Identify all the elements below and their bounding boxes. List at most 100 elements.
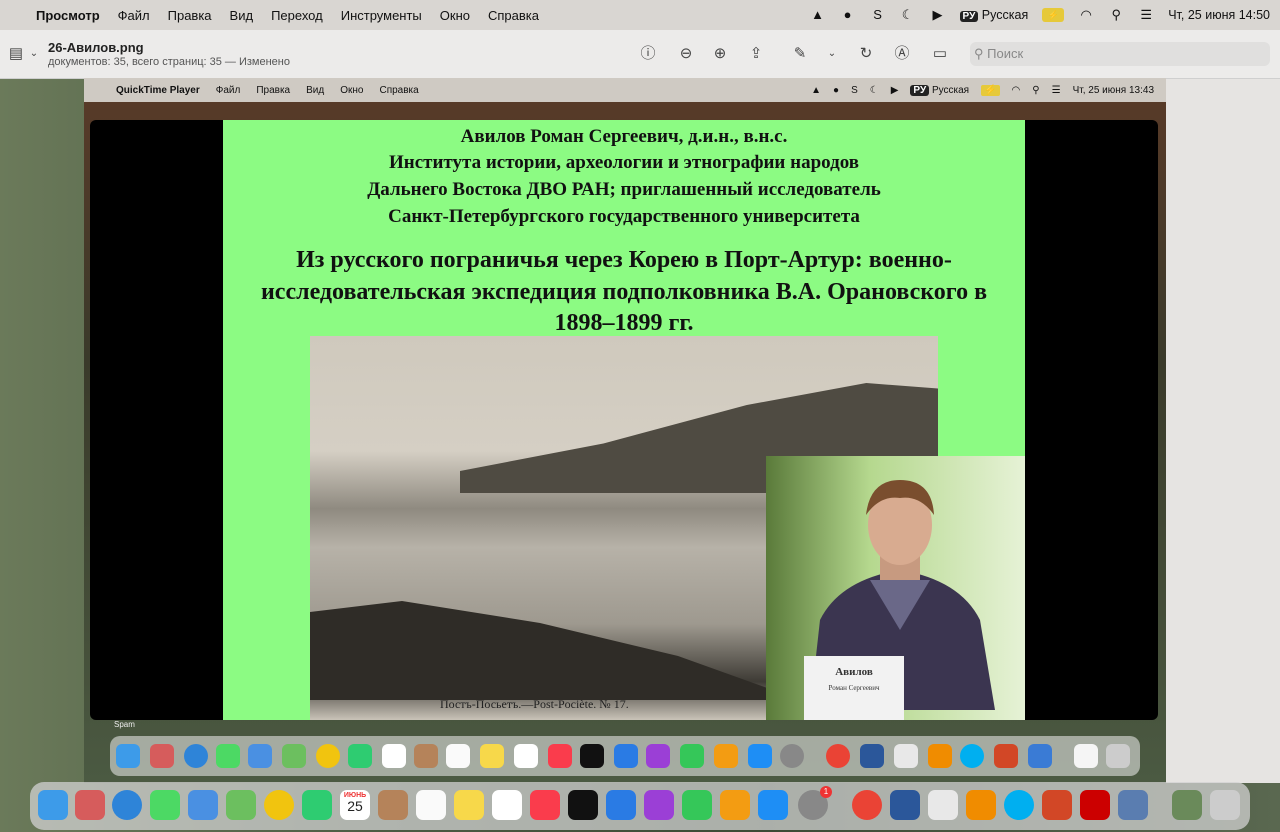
inner-clock: Чт, 25 июня 13:43	[1072, 84, 1154, 96]
control-center-icon[interactable]: ☰	[1138, 8, 1154, 22]
slide-title-line-2: исследовательская экспедиция подполковни…	[260, 279, 988, 305]
inner-facetime-icon	[348, 744, 372, 768]
inner-messages-icon	[216, 744, 240, 768]
music-icon[interactable]	[530, 790, 560, 820]
rotate-icon[interactable]: ↻	[856, 44, 876, 64]
chevron-down-icon[interactable]: ⌄	[24, 44, 44, 64]
acrobat-icon[interactable]	[1080, 790, 1110, 820]
freeform-icon[interactable]	[492, 790, 522, 820]
trash-icon[interactable]	[1210, 790, 1240, 820]
document-title: 26-Авилов.png	[48, 40, 144, 55]
inner-document-icon	[1074, 744, 1098, 768]
author-line-1: Авилов Роман Сергеевич, д.и.н., в.н.с.	[460, 126, 788, 147]
calendar-day: 25	[347, 798, 363, 814]
preview-icon[interactable]	[1118, 790, 1148, 820]
slide-title-line-3: 1898–1899 гг.	[554, 310, 694, 336]
tv-icon[interactable]	[568, 790, 598, 820]
inner-moon-icon: ☾	[869, 84, 879, 96]
numbers-icon[interactable]	[682, 790, 712, 820]
zoom-in-icon[interactable]: ⊕	[710, 44, 730, 64]
menu-go[interactable]: Переход	[271, 8, 323, 23]
inner-dock-label: Spam	[114, 720, 135, 729]
share-icon[interactable]: ⇪	[746, 44, 766, 64]
skype-status-icon[interactable]: S	[870, 8, 886, 22]
finder-icon[interactable]	[38, 790, 68, 820]
menu-bar: Просмотр Файл Правка Вид Переход Инструм…	[0, 0, 1280, 30]
pages-icon[interactable]	[720, 790, 750, 820]
dock: ИЮНЬ 25 1	[30, 782, 1250, 830]
photos-icon[interactable]	[264, 790, 294, 820]
menu-edit[interactable]: Правка	[168, 8, 212, 23]
inner-menu-window: Окно	[340, 84, 364, 96]
contacts-icon[interactable]	[378, 790, 408, 820]
inner-powerpoint-icon	[994, 744, 1018, 768]
powerpoint-icon[interactable]	[1042, 790, 1072, 820]
search-field[interactable]: ⚲ Поиск	[970, 42, 1270, 66]
inner-wifi-icon: ◠	[1011, 84, 1021, 96]
photo-caption: Постъ-Посьетъ.—Post-Pociète. № 17.	[440, 697, 629, 711]
podcasts-icon[interactable]	[644, 790, 674, 820]
annotate-icon[interactable]: Ⓐ	[892, 44, 912, 64]
launchpad-icon[interactable]	[75, 790, 105, 820]
search-icon[interactable]: ⚲	[1108, 8, 1124, 22]
vlc-status-icon[interactable]: ▲	[810, 8, 826, 22]
inner-photos-icon	[316, 744, 340, 768]
menu-file[interactable]: Файл	[118, 8, 150, 23]
inner-dock	[110, 736, 1140, 776]
inner-skype-dock-icon	[960, 744, 984, 768]
markup-menu-chevron-icon[interactable]: ⌄	[822, 44, 842, 64]
menu-window[interactable]: Окно	[440, 8, 470, 23]
reminders-icon[interactable]	[416, 790, 446, 820]
inner-search-icon: ⚲	[1032, 84, 1040, 96]
inner-control-icon: ☰	[1051, 84, 1061, 96]
maps-icon[interactable]	[226, 790, 256, 820]
inner-menu-help: Справка	[379, 84, 419, 96]
moon-icon[interactable]: ☾	[900, 8, 916, 22]
messages-icon[interactable]	[150, 790, 180, 820]
facetime-icon[interactable]	[302, 790, 332, 820]
zoom-out-icon[interactable]: ⊖	[676, 44, 696, 64]
inner-play-icon: ▶	[890, 84, 899, 96]
name-plate: Авилов Роман Сергеевич	[804, 656, 904, 720]
sidebar-toggle-icon[interactable]: ▤	[6, 44, 26, 64]
keyboard-layout-badge[interactable]: РУ	[959, 11, 979, 22]
shield-app-icon[interactable]	[928, 790, 958, 820]
settings-icon[interactable]: 1	[798, 786, 832, 820]
clock[interactable]: Чт, 25 июня 14:50	[1168, 8, 1270, 22]
slide-title-line-1: Из русского пограничья через Корею в Пор…	[296, 247, 952, 273]
menu-view[interactable]: Вид	[230, 8, 254, 23]
inner-tv-icon	[580, 744, 604, 768]
inner-music-icon	[548, 744, 572, 768]
keynote-icon[interactable]	[606, 790, 636, 820]
skype-icon[interactable]	[1004, 790, 1034, 820]
vlc-icon[interactable]	[966, 790, 996, 820]
markup-icon[interactable]: ✎	[790, 44, 810, 64]
inner-pages-icon	[714, 744, 738, 768]
info-icon[interactable]: ⓘ	[638, 44, 658, 64]
form-fill-icon[interactable]: ▭	[930, 44, 950, 64]
app-status-icon[interactable]: ●	[840, 8, 856, 22]
menu-help[interactable]: Справка	[488, 8, 539, 23]
notes-icon[interactable]	[454, 790, 484, 820]
word-icon[interactable]	[890, 790, 920, 820]
calendar-icon[interactable]: ИЮНЬ 25	[340, 790, 370, 820]
document-subtitle: документов: 35, всего страниц: 35 — Изме…	[48, 56, 290, 68]
recent-image-icon[interactable]	[1172, 790, 1202, 820]
appstore-icon[interactable]	[758, 790, 788, 820]
preview-toolbar: ▤ ⌄ 26-Авилов.png документов: 35, всего …	[0, 30, 1280, 79]
inner-keyboard-badge: РУ	[910, 84, 930, 96]
battery-icon[interactable]: ⚡	[1042, 8, 1065, 22]
inner-app-name: QuickTime Player	[116, 84, 200, 96]
inner-menu-file: Файл	[215, 84, 241, 96]
inner-battery-icon: ⚡	[981, 84, 1000, 96]
keyboard-language[interactable]: Русская	[982, 8, 1028, 22]
safari-icon[interactable]	[112, 790, 142, 820]
inner-contacts-icon	[414, 744, 438, 768]
menu-app-name[interactable]: Просмотр	[36, 8, 100, 23]
search-placeholder: Поиск	[987, 46, 1024, 61]
mail-icon[interactable]	[188, 790, 218, 820]
wifi-icon[interactable]: ◠	[1078, 8, 1094, 22]
menu-tools[interactable]: Инструменты	[341, 8, 422, 23]
chrome-icon[interactable]	[852, 790, 882, 820]
play-icon[interactable]: ▶	[930, 8, 946, 22]
